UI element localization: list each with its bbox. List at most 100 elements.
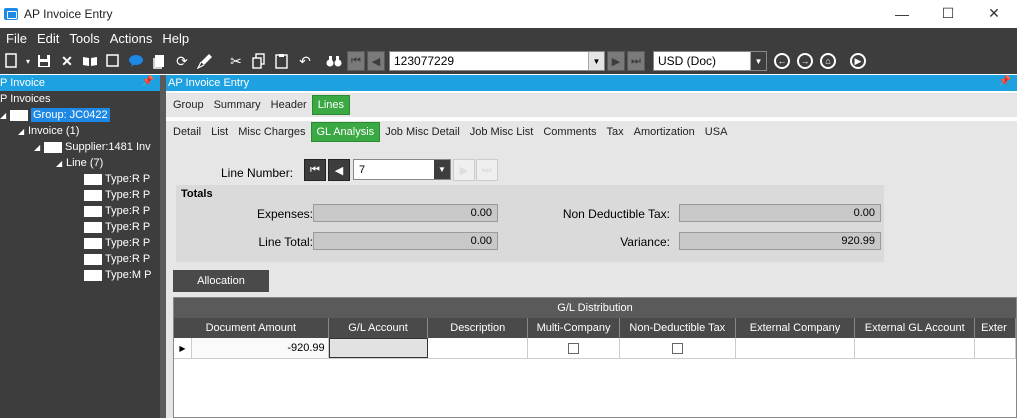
next-line-icon[interactable]: ▶ bbox=[453, 159, 475, 181]
menu-tools[interactable]: Tools bbox=[65, 31, 103, 46]
minimize-button[interactable]: — bbox=[879, 0, 925, 27]
cut-icon[interactable]: ✂ bbox=[225, 50, 247, 72]
tree-node-type[interactable]: Type:R P bbox=[0, 203, 160, 219]
tab-misc-charges[interactable]: Misc Charges bbox=[233, 126, 310, 138]
line-number-combo[interactable]: 7 ▼ bbox=[353, 159, 451, 180]
previous-record-icon[interactable]: ◀ bbox=[367, 51, 385, 71]
tab-lines[interactable]: Lines bbox=[311, 95, 351, 115]
window-title: AP Invoice Entry bbox=[24, 6, 113, 21]
note-icon[interactable] bbox=[102, 50, 124, 72]
tree-node-line[interactable]: ◢ Line (7) bbox=[0, 155, 160, 171]
tree-node-invoice[interactable]: ◢ Invoice (1) bbox=[0, 123, 160, 139]
column-header[interactable]: External Company bbox=[736, 318, 856, 338]
first-line-icon[interactable]: ⏮ bbox=[304, 159, 326, 181]
chevron-down-icon[interactable]: ▼ bbox=[588, 52, 604, 70]
column-header[interactable]: G/L Account bbox=[329, 318, 429, 338]
next-record-icon[interactable]: ▶ bbox=[607, 51, 625, 71]
tab-detail[interactable]: Detail bbox=[168, 126, 206, 138]
binoculars-icon[interactable] bbox=[323, 50, 345, 72]
last-line-icon[interactable]: ⏭ bbox=[476, 159, 498, 181]
tree-node-label: Type:M P bbox=[105, 269, 152, 281]
back-icon[interactable]: ← bbox=[774, 53, 790, 69]
clear-icon[interactable] bbox=[194, 50, 216, 72]
currency-combo[interactable]: USD (Doc) ▼ bbox=[653, 51, 767, 71]
chevron-down-icon[interactable]: ▼ bbox=[434, 160, 450, 179]
tab-job-misc-list[interactable]: Job Misc List bbox=[465, 126, 539, 138]
tab-usa[interactable]: USA bbox=[700, 126, 733, 138]
invoice-search-value: 123077229 bbox=[394, 54, 455, 68]
close-button[interactable]: ✕ bbox=[971, 0, 1017, 27]
tree-node-supplier[interactable]: ◢ Supplier:1481 Inv bbox=[0, 139, 160, 155]
column-header[interactable]: Multi-Company bbox=[528, 318, 620, 338]
play-icon[interactable]: ▶ bbox=[850, 53, 866, 69]
delete-icon[interactable]: ✕ bbox=[56, 50, 78, 72]
forward-icon[interactable]: → bbox=[797, 53, 813, 69]
copy-icon[interactable] bbox=[248, 50, 270, 72]
menu-actions[interactable]: Actions bbox=[106, 31, 157, 46]
external-gl-account-cell[interactable] bbox=[855, 338, 976, 358]
paste-icon[interactable] bbox=[271, 50, 293, 72]
column-header[interactable]: Document Amount bbox=[174, 318, 329, 338]
column-header[interactable]: Description bbox=[428, 318, 529, 338]
attachment-icon[interactable] bbox=[148, 50, 170, 72]
tree-node-group[interactable]: ◢ Group: JC0422 bbox=[0, 107, 160, 123]
maximize-button[interactable]: ☐ bbox=[925, 0, 971, 27]
tab-comments[interactable]: Comments bbox=[538, 126, 601, 138]
save-icon[interactable] bbox=[33, 50, 55, 72]
tab-list[interactable]: List bbox=[206, 126, 233, 138]
tab-amortization[interactable]: Amortization bbox=[629, 126, 700, 138]
non-deductible-tax-checkbox[interactable] bbox=[671, 342, 683, 354]
multi-company-checkbox[interactable] bbox=[568, 342, 580, 354]
tree-node-type[interactable]: Type:R P bbox=[0, 235, 160, 251]
expand-icon[interactable]: ◢ bbox=[34, 143, 44, 152]
line-total-field: 0.00 bbox=[313, 232, 498, 250]
tab-group[interactable]: Group bbox=[168, 99, 209, 111]
tree-node-root[interactable]: P Invoices bbox=[0, 91, 160, 107]
allocation-button[interactable]: Allocation bbox=[173, 270, 269, 292]
tree-node-type[interactable]: Type:R P bbox=[0, 187, 160, 203]
expand-icon[interactable]: ◢ bbox=[18, 127, 28, 136]
previous-line-icon[interactable]: ◀ bbox=[328, 159, 350, 181]
tab-gl-analysis[interactable]: GL Analysis bbox=[310, 122, 381, 142]
tab-summary[interactable]: Summary bbox=[209, 99, 266, 111]
first-record-icon[interactable]: ⏮ bbox=[347, 51, 365, 71]
pin-icon[interactable]: 📌 bbox=[999, 76, 1011, 87]
tab-header[interactable]: Header bbox=[266, 99, 312, 111]
last-record-icon[interactable]: ⏭ bbox=[627, 51, 645, 71]
chat-icon[interactable] bbox=[125, 50, 147, 72]
tree-node-label: P Invoices bbox=[0, 93, 51, 105]
column-header[interactable]: Non-Deductible Tax bbox=[620, 318, 736, 338]
multi-company-cell[interactable] bbox=[528, 338, 620, 358]
tree-node-label: Type:R P bbox=[105, 173, 151, 185]
book-icon[interactable] bbox=[79, 50, 101, 72]
invoice-search-combo[interactable]: 123077229 ▼ bbox=[389, 51, 605, 71]
tree-node-type[interactable]: Type:R P bbox=[0, 251, 160, 267]
home-icon[interactable]: ⌂ bbox=[820, 53, 836, 69]
new-icon[interactable] bbox=[1, 50, 23, 72]
main-panel-title: AP Invoice Entry bbox=[168, 77, 250, 89]
new-dropdown-icon[interactable]: ▾ bbox=[24, 50, 32, 72]
table-row[interactable]: ▶ -920.99 bbox=[174, 338, 1016, 359]
expand-icon[interactable]: ◢ bbox=[0, 111, 10, 120]
external-company-cell[interactable] bbox=[736, 338, 856, 358]
description-cell[interactable] bbox=[428, 338, 529, 358]
menu-edit[interactable]: Edit bbox=[33, 31, 63, 46]
expand-icon[interactable]: ◢ bbox=[56, 159, 66, 168]
pin-icon[interactable]: 📌 bbox=[142, 76, 154, 87]
refresh-icon[interactable]: ⟳ bbox=[171, 50, 193, 72]
document-amount-cell[interactable]: -920.99 bbox=[191, 338, 329, 358]
tree-node-type[interactable]: Type:R P bbox=[0, 171, 160, 187]
non-deductible-tax-cell[interactable] bbox=[620, 338, 736, 358]
tree-node-type[interactable]: Type:M P bbox=[0, 267, 160, 283]
menu-file[interactable]: File bbox=[2, 31, 31, 46]
tab-job-misc-detail[interactable]: Job Misc Detail bbox=[380, 126, 465, 138]
gl-account-cell[interactable] bbox=[328, 338, 429, 358]
tab-tax[interactable]: Tax bbox=[602, 126, 629, 138]
column-header[interactable]: Exter bbox=[975, 318, 1016, 338]
tree-node-type[interactable]: Type:R P bbox=[0, 219, 160, 235]
column-header[interactable]: External GL Account bbox=[855, 318, 976, 338]
exter-cell[interactable] bbox=[975, 338, 1016, 358]
undo-icon[interactable]: ↶ bbox=[294, 50, 316, 72]
chevron-down-icon[interactable]: ▼ bbox=[750, 52, 766, 70]
menu-help[interactable]: Help bbox=[158, 31, 193, 46]
